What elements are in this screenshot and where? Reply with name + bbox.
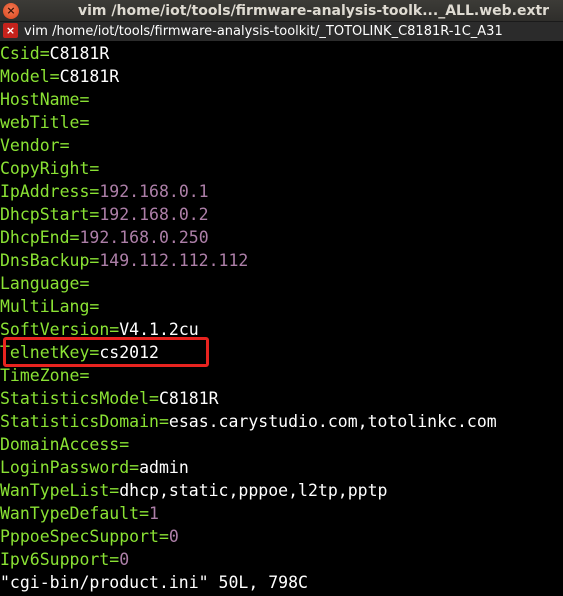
- config-value: 0: [168, 527, 179, 546]
- config-line: WanTypeList=dhcp,static,pppoe,l2tp,pptp: [0, 479, 563, 502]
- config-key: IpAddress=: [0, 182, 100, 201]
- config-value: 192.168.0.1: [99, 182, 209, 201]
- config-value: 1: [149, 504, 159, 523]
- config-value: 0: [119, 550, 130, 569]
- config-key: WanTypeDefault=: [0, 504, 150, 523]
- window-close-button[interactable]: ×: [3, 3, 19, 19]
- config-key: DhcpEnd=: [0, 228, 80, 247]
- config-key: WanTypeList=: [0, 481, 120, 500]
- vim-status-line: "cgi-bin/product.ini" 50L, 798C: [0, 571, 563, 594]
- config-key: DhcpStart=: [0, 205, 100, 224]
- config-key: Language=: [0, 274, 90, 293]
- vim-editor-buffer[interactable]: Csid=C8181R Model=C8181R HostName= webTitle…: [0, 42, 563, 594]
- config-key: HostName=: [0, 90, 90, 109]
- config-line: HostName=: [0, 88, 563, 111]
- config-line: WanTypeDefault=1: [0, 502, 563, 525]
- config-line: Model=C8181R: [0, 65, 563, 88]
- config-key: DomainAccess=: [0, 435, 130, 454]
- config-value: admin: [139, 458, 189, 477]
- tab-bar: × vim /home/iot/tools/firmware-analysis-…: [0, 22, 563, 41]
- config-key: StatisticsDomain=: [0, 412, 169, 431]
- config-key: webTitle=: [0, 113, 90, 132]
- config-line: DhcpStart=192.168.0.2: [0, 203, 563, 226]
- config-line: webTitle=: [0, 111, 563, 134]
- config-value: C8181R: [49, 44, 110, 63]
- config-line: PppoeSpecSupport=0: [0, 525, 563, 548]
- config-key: LoginPassword=: [0, 458, 140, 477]
- tab-vim-product-ini[interactable]: vim /home/iot/tools/firmware-analysis-to…: [24, 22, 503, 41]
- config-key: Vendor=: [0, 136, 70, 155]
- config-key: MultiLang=: [0, 297, 100, 316]
- config-line: Language=: [0, 272, 563, 295]
- window-title: vim /home/iot/tools/firmware-analysis-to…: [78, 3, 550, 19]
- config-value: C8181R: [59, 67, 120, 86]
- config-line: Ipv6Support=0: [0, 548, 563, 571]
- config-value: C8181R: [158, 389, 219, 408]
- config-value: 149.112.112.112: [99, 251, 249, 270]
- config-key: CopyRight=: [0, 159, 100, 178]
- config-value: esas.carystudio.com,totolinkc.com: [168, 412, 497, 431]
- tab-close-button[interactable]: ×: [3, 23, 18, 38]
- config-key: Model=: [0, 67, 60, 86]
- config-key: StatisticsModel=: [0, 389, 159, 408]
- config-line: CopyRight=: [0, 157, 563, 180]
- config-line: IpAddress=192.168.0.1: [0, 180, 563, 203]
- config-key: TimeZone=: [0, 366, 90, 385]
- status-message: "cgi-bin/product.ini" 50L, 798C: [0, 573, 308, 592]
- config-line: TimeZone=: [0, 364, 563, 387]
- config-line: DnsBackup=149.112.112.112: [0, 249, 563, 272]
- config-value: dhcp,static,pppoe,l2tp,pptp: [119, 481, 388, 500]
- telnetkey-highlight-box: [3, 337, 209, 367]
- config-line: MultiLang=: [0, 295, 563, 318]
- config-line: DomainAccess=: [0, 433, 563, 456]
- config-key: Csid=: [0, 44, 50, 63]
- config-key: Ipv6Support=: [0, 550, 120, 569]
- config-value: 192.168.0.250: [79, 228, 209, 247]
- config-line: DhcpEnd=192.168.0.250: [0, 226, 563, 249]
- config-line: StatisticsModel=C8181R: [0, 387, 563, 410]
- config-line: Csid=C8181R: [0, 42, 563, 65]
- config-line: StatisticsDomain=esas.carystudio.com,tot…: [0, 410, 563, 433]
- config-key: PppoeSpecSupport=: [0, 527, 169, 546]
- config-key: DnsBackup=: [0, 251, 100, 270]
- window-titlebar: × vim /home/iot/tools/firmware-analysis-…: [0, 0, 563, 22]
- config-line: Vendor=: [0, 134, 563, 157]
- config-line: LoginPassword=admin: [0, 456, 563, 479]
- config-value: 192.168.0.2: [99, 205, 209, 224]
